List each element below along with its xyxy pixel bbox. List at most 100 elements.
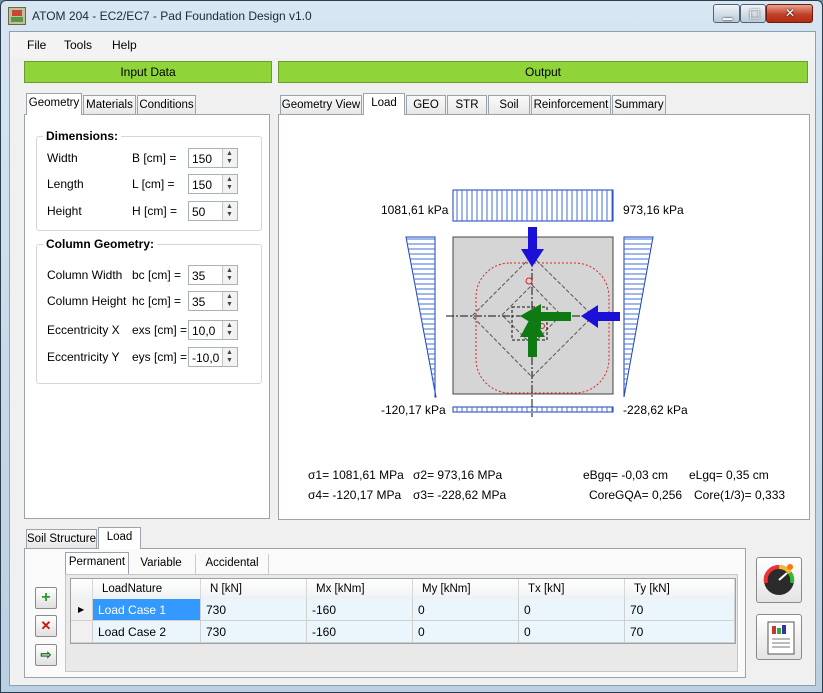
maximize-icon: □ [749, 6, 761, 20]
header-my[interactable]: My [kNm] [413, 579, 519, 599]
column-height-input[interactable]: 35 ▲ ▼ [188, 291, 238, 311]
report-button[interactable] [756, 614, 802, 660]
tab-variable[interactable]: Variable [131, 554, 191, 574]
close-button[interactable]: ✕ [766, 4, 813, 23]
tab-soil-structure[interactable]: Soil Structure [26, 529, 97, 549]
add-load-button[interactable]: + [35, 587, 57, 609]
table-row[interactable]: ▶ Load Case 1 730 -160 0 0 70 [71, 599, 735, 621]
tab-permanent[interactable]: Permanent [65, 552, 129, 574]
header-tx[interactable]: Tx [kN] [519, 579, 625, 599]
menu-file[interactable]: File [27, 38, 46, 52]
width-label: Width [47, 151, 78, 165]
load-cases-panel: Permanent Variable Accidental LoadNature… [24, 548, 746, 678]
export-load-button[interactable]: ⇨ [35, 644, 57, 666]
sigma1-value: σ1= 1081,61 MPa [308, 468, 404, 482]
minimize-button[interactable]: ▁ [713, 4, 740, 23]
sigma4-value: σ4= -120,17 MPa [308, 488, 402, 502]
width-spinner[interactable]: ▲ ▼ [222, 149, 237, 167]
table-cell[interactable]: 0 [413, 599, 519, 621]
header-mx[interactable]: Mx [kNm] [307, 579, 413, 599]
tab-bottom-load[interactable]: Load [98, 527, 141, 549]
title-bar[interactable]: ATOM 204 - EC2/EC7 - Pad Foundation Desi… [1, 1, 822, 31]
load-case-name[interactable]: Load Case 1 [93, 599, 201, 621]
left-pressure-diagram [405, 236, 437, 398]
minimize-icon: ▁ [723, 6, 733, 20]
table-cell[interactable]: -160 [307, 621, 413, 643]
tab-summary[interactable]: Summary [612, 95, 666, 115]
column-height-spinner[interactable]: ▲ ▼ [222, 292, 237, 310]
tab-geometry-view[interactable]: Geometry View [280, 95, 362, 115]
eccentricity-y-label: Eccentricity Y [47, 350, 120, 364]
table-cell[interactable]: 730 [201, 621, 307, 643]
plus-icon: + [41, 589, 51, 606]
top-pressure-diagram [452, 189, 614, 222]
load-case-name[interactable]: Load Case 2 [93, 621, 201, 643]
eccentricity-x-input[interactable]: 10,0 ▲ ▼ [188, 320, 238, 340]
column-width-value: 35 [192, 269, 206, 283]
height-value: 50 [192, 205, 206, 219]
eccentricity-y-spinner[interactable]: ▲ ▼ [222, 348, 237, 366]
check-design-button[interactable] [756, 557, 802, 603]
row-selector-header [71, 579, 93, 599]
length-input[interactable]: 150 ▲ ▼ [188, 174, 238, 194]
tab-geometry[interactable]: Geometry [26, 93, 82, 115]
eccentricity-y-value: -10,0 [192, 351, 220, 365]
menu-tools[interactable]: Tools [64, 38, 92, 52]
table-header: LoadNature N [kN] Mx [kNm] My [kNm] Tx [… [71, 579, 735, 599]
eccentricity-x-spinner[interactable]: ▲ ▼ [222, 321, 237, 339]
table-cell[interactable]: 730 [201, 599, 307, 621]
height-spinner[interactable]: ▲ ▼ [222, 202, 237, 220]
menu-help[interactable]: Help [112, 38, 137, 52]
height-label: Height [47, 204, 82, 218]
header-ty[interactable]: Ty [kN] [625, 579, 735, 599]
table-cell[interactable]: -160 [307, 599, 413, 621]
eccentricity-x-label: Eccentricity X [47, 323, 120, 337]
tab-reinforcement[interactable]: Reinforcement [531, 95, 611, 115]
table-cell[interactable]: 70 [625, 621, 735, 643]
report-icon [767, 621, 795, 655]
row-selector[interactable] [71, 621, 93, 643]
tab-load[interactable]: Load [363, 93, 405, 115]
height-input[interactable]: 50 ▲ ▼ [188, 201, 238, 221]
pressure-bottom-left: -120,17 kPa [381, 403, 446, 417]
table-cell[interactable]: 0 [413, 621, 519, 643]
column-width-spinner[interactable]: ▲ ▼ [222, 266, 237, 284]
row-pointer-icon[interactable]: ▶ [71, 599, 93, 621]
maximize-button[interactable]: □ [740, 4, 766, 23]
length-label: Length [47, 177, 84, 191]
table-cell[interactable]: 70 [625, 599, 735, 621]
gauge-icon [763, 564, 795, 595]
tab-str[interactable]: STR [447, 95, 487, 115]
width-value: 150 [192, 152, 213, 166]
coregqa-value: CoreGQA= 0,256 [589, 488, 683, 502]
input-data-header[interactable]: Input Data [24, 61, 272, 83]
table-cell[interactable]: 0 [519, 599, 625, 621]
eccentricity-y-input[interactable]: -10,0 ▲ ▼ [188, 347, 238, 367]
elgq-value: eLgq= 0,35 cm [689, 468, 769, 482]
eccentricity-y-symbol: eys [cm] = [132, 350, 188, 364]
header-loadnature[interactable]: LoadNature [93, 579, 201, 599]
length-spinner[interactable]: ▲ ▼ [222, 175, 237, 193]
load-table-container: LoadNature N [kN] Mx [kNm] My [kNm] Tx [… [65, 574, 738, 672]
load-table: LoadNature N [kN] Mx [kNm] My [kNm] Tx [… [70, 578, 736, 644]
eccentricity-x-symbol: exs [cm] = [132, 323, 188, 337]
table-cell[interactable]: 0 [519, 621, 625, 643]
length-symbol: L [cm] = [132, 177, 175, 191]
header-n[interactable]: N [kN] [201, 579, 307, 599]
width-input[interactable]: 150 ▲ ▼ [188, 148, 238, 168]
pressure-diagram [405, 189, 654, 417]
height-symbol: H [cm] = [132, 204, 178, 218]
table-row[interactable]: Load Case 2 730 -160 0 0 70 [71, 621, 735, 643]
tab-accidental[interactable]: Accidental [195, 554, 269, 574]
column-height-label: Column Height [47, 294, 127, 308]
tab-materials[interactable]: Materials [83, 95, 136, 115]
output-header[interactable]: Output [278, 61, 808, 83]
pressure-bottom-right: -228,62 kPa [623, 403, 688, 417]
tab-conditions[interactable]: Conditions [137, 95, 196, 115]
tab-soil[interactable]: Soil [488, 95, 530, 115]
right-pressure-diagram [623, 236, 654, 398]
dimensions-group: Dimensions: Width B [cm] = 150 ▲ ▼ Length … [36, 129, 262, 231]
delete-load-button[interactable]: ✕ [35, 615, 57, 637]
column-width-input[interactable]: 35 ▲ ▼ [188, 265, 238, 285]
tab-geo[interactable]: GEO [406, 95, 446, 115]
